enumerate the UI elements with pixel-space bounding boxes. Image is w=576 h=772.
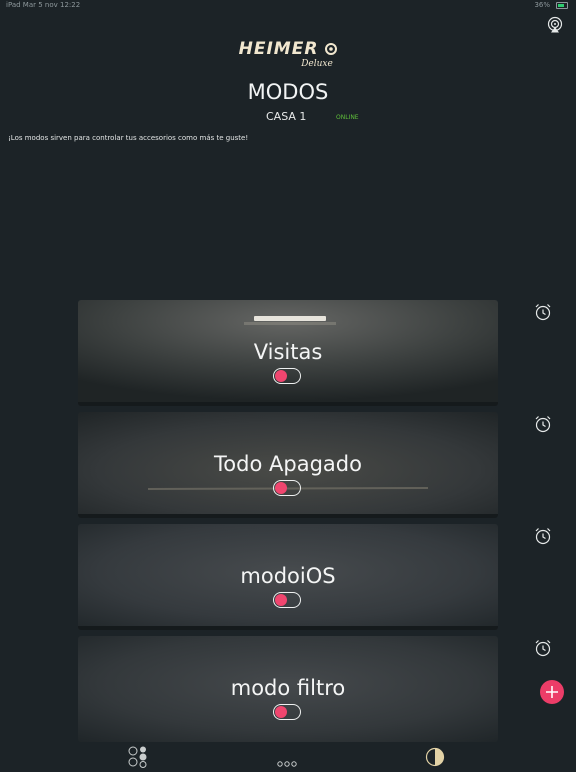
mode-card-visitas[interactable]: Visitas [78, 300, 498, 406]
brand-logo: HEIMER Deluxe [0, 40, 576, 74]
alarm-clock-icon[interactable] [534, 303, 552, 321]
page-title: MODOS [247, 80, 329, 104]
devices-icon[interactable] [128, 746, 148, 772]
half-circle-icon[interactable] [425, 747, 445, 771]
alarm-clock-icon[interactable] [534, 415, 552, 433]
toggle-knob [275, 482, 287, 494]
mode-name: Todo Apagado [214, 452, 362, 476]
battery-percent: 36% [534, 1, 550, 9]
toggle-knob [275, 706, 287, 718]
status-time: iPad Mar 5 nov 12:22 [6, 1, 81, 9]
mode-name: modoiOS [240, 564, 336, 588]
logo-mark-icon [325, 43, 338, 55]
plus-icon [546, 686, 558, 698]
battery-icon [556, 1, 568, 9]
status-bar: iPad Mar 5 nov 12:22 36% [0, 0, 576, 12]
add-mode-button[interactable] [540, 680, 564, 704]
logo-wordmark: HEIMER [238, 39, 319, 59]
mode-card-todo-apagado[interactable]: Todo Apagado [78, 412, 498, 518]
mode-name: Visitas [253, 340, 323, 364]
logo-subtitle: Deluxe [301, 59, 333, 69]
alarm-clock-icon[interactable] [534, 639, 552, 657]
house-selector[interactable]: CASA 1 [266, 110, 306, 123]
alarm-clock-icon[interactable] [534, 527, 552, 545]
toggle-knob [275, 594, 287, 606]
bottom-nav [0, 740, 576, 768]
cast-icon[interactable] [546, 16, 564, 34]
mode-toggle[interactable] [273, 368, 301, 384]
mode-toggle[interactable] [273, 704, 301, 720]
status-indicators: 36% [534, 1, 568, 9]
mode-toggle[interactable] [273, 592, 301, 608]
more-dots-icon[interactable] [277, 753, 297, 772]
mode-card-modoios[interactable]: modoiOS [78, 524, 498, 630]
toggle-knob [275, 370, 287, 382]
connection-status: ONLINE [336, 114, 359, 121]
mode-name: modo filtro [230, 676, 346, 700]
page-description: ¡Los modos sirven para controlar tus acc… [8, 134, 249, 142]
mode-toggle[interactable] [273, 480, 301, 496]
mode-card-modo-filtro[interactable]: modo filtro [78, 636, 498, 742]
